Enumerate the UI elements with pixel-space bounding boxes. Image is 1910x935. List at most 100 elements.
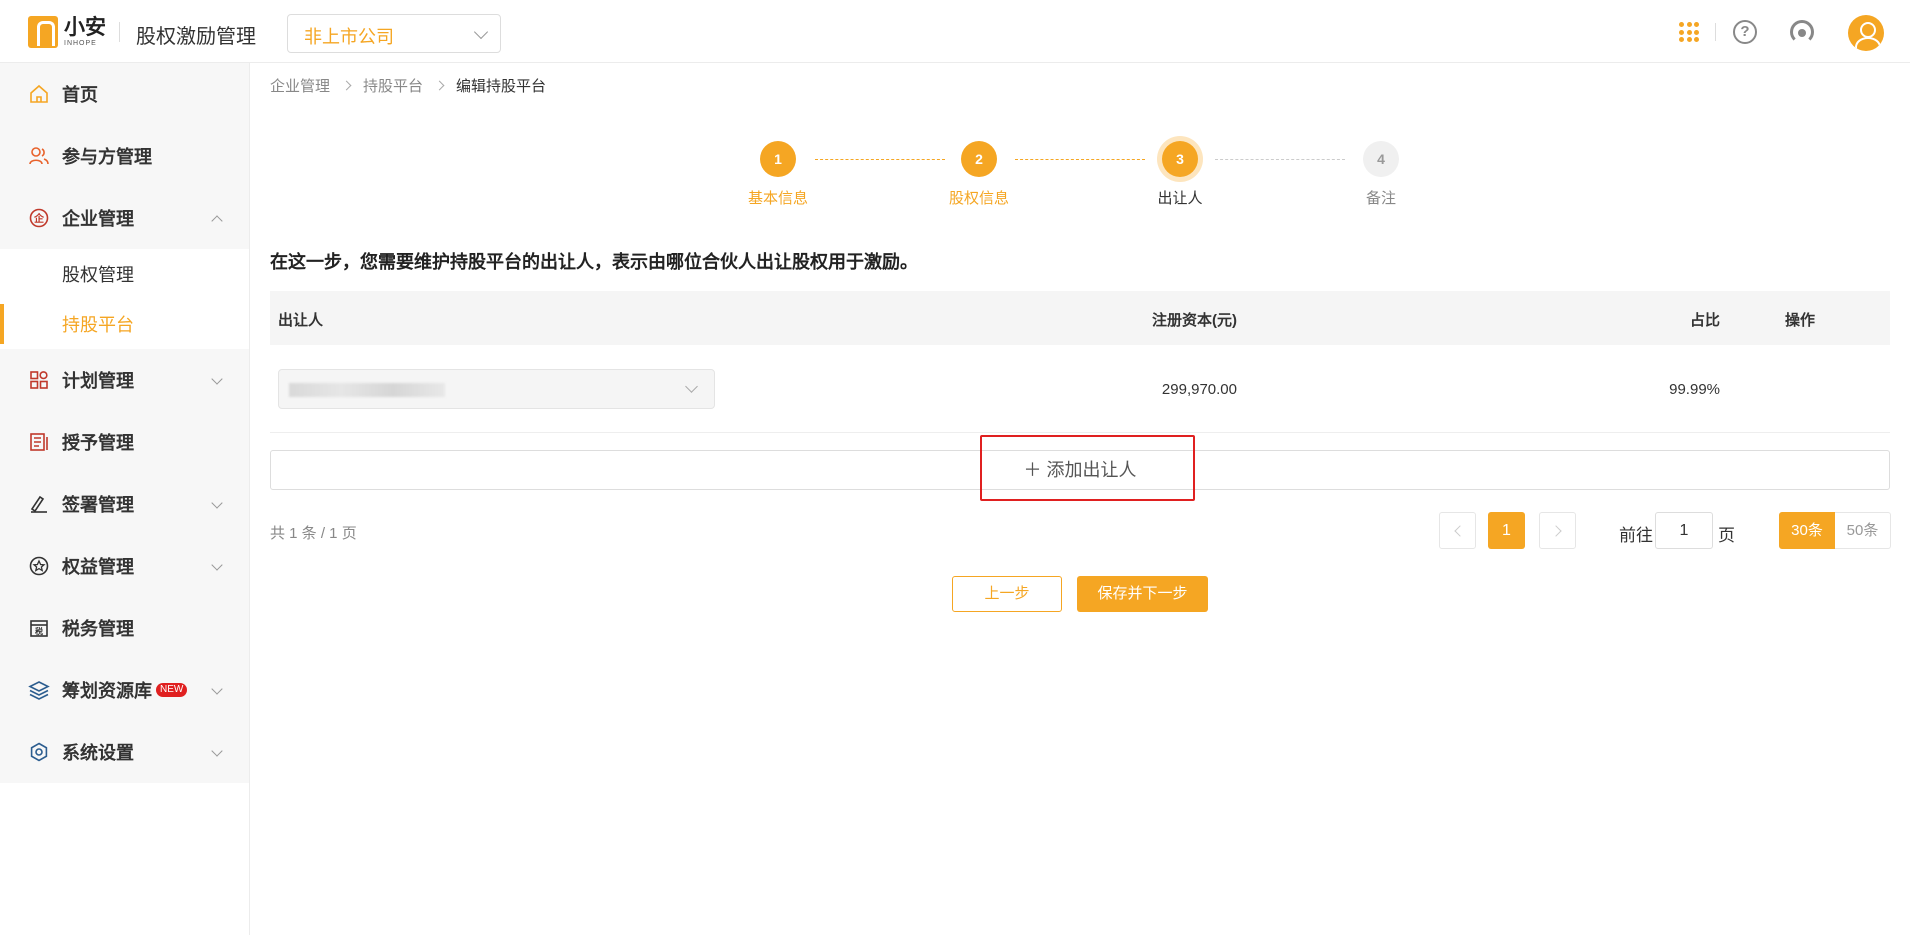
add-transferor-button[interactable]: ＋ 添加出让人	[270, 450, 1890, 490]
help-icon[interactable]: ?	[1733, 20, 1757, 44]
column-header-actions: 操作	[1784, 312, 1815, 329]
sidebar-item-settings[interactable]: 系统设置	[0, 721, 249, 783]
column-header-transferor: 出让人	[278, 312, 324, 329]
chevron-down-icon	[211, 683, 223, 695]
chevron-up-icon	[211, 215, 223, 227]
prev-step-button[interactable]: 上一步	[952, 576, 1062, 612]
chevron-down-icon	[211, 745, 223, 757]
new-badge: NEW	[156, 683, 188, 697]
chevron-down-icon	[211, 373, 223, 385]
chevron-down-icon	[685, 380, 698, 393]
sidebar-item-grant[interactable]: 授予管理	[0, 411, 249, 473]
sidebar-item-label: 税务管理	[62, 619, 134, 639]
save-next-button[interactable]: 保存并下一步	[1077, 576, 1208, 612]
sidebar-item-label: 筹划资源库	[62, 681, 152, 701]
sidebar-menu: 首页 参与方管理 企 企业管理 股权管理 持股平台 计划管理 授予管理 签署管理…	[0, 63, 249, 783]
page-size-30-button[interactable]: 30条	[1779, 512, 1835, 549]
logo[interactable]: 小安 INHOPE	[28, 16, 106, 48]
logo-en: INHOPE	[64, 40, 97, 47]
sidebar-item-home[interactable]: 首页	[0, 63, 249, 125]
step-label: 备注	[1365, 190, 1396, 207]
sidebar-item-label: 授予管理	[62, 433, 134, 453]
grant-icon	[28, 431, 50, 453]
prev-page-button[interactable]	[1439, 512, 1476, 549]
top-divider	[1715, 23, 1716, 41]
step-number: 2	[961, 141, 997, 177]
sidebar-item-plan[interactable]: 计划管理	[0, 349, 249, 411]
chevron-right-icon	[434, 80, 445, 91]
logo-divider	[119, 22, 120, 42]
enterprise-submenu: 股权管理 持股平台	[0, 249, 249, 349]
enterprise-icon: 企	[28, 207, 50, 229]
step-basic-info: 1 基本信息	[728, 141, 828, 208]
column-header-ratio: 占比	[1689, 312, 1720, 329]
step-label: 股权信息	[948, 190, 1009, 207]
sidebar-item-equity-management[interactable]: 股权管理	[0, 249, 249, 299]
step-number: 3	[1162, 141, 1198, 177]
equity-icon	[28, 555, 50, 577]
sidebar-item-tax[interactable]: 税 税务管理	[0, 597, 249, 659]
company-type-select[interactable]: 非上市公司	[287, 14, 501, 53]
table-header: 出让人 注册资本(元) 占比 操作	[270, 291, 1890, 345]
step-number: 4	[1363, 141, 1399, 177]
sidebar-item-sign[interactable]: 签署管理	[0, 473, 249, 535]
sidebar-item-label: 参与方管理	[62, 147, 152, 167]
plan-icon	[28, 369, 50, 391]
step-description: 在这一步，您需要维护持股平台的出让人，表示由哪位合伙人出让股权用于激励。	[270, 252, 918, 272]
svg-text:税: 税	[35, 626, 43, 636]
sidebar-item-resources[interactable]: 筹划资源库 NEW	[0, 659, 249, 721]
sidebar-subitem-label: 股权管理	[62, 265, 134, 285]
cell-ratio: 99.99%	[1669, 381, 1720, 398]
apps-grid-icon[interactable]	[1679, 22, 1699, 42]
page-size-group: 30条 50条	[1779, 512, 1891, 549]
sidebar-item-label: 计划管理	[62, 371, 134, 391]
svg-text:企: 企	[33, 212, 45, 225]
breadcrumb-item[interactable]: 持股平台	[363, 75, 423, 96]
step-label: 基本信息	[747, 190, 808, 207]
chevron-left-icon	[1454, 525, 1466, 537]
step-remarks: 4 备注	[1331, 141, 1431, 208]
sidebar-item-label: 系统设置	[62, 743, 134, 763]
home-icon	[28, 83, 50, 105]
goto-label: 前往	[1619, 526, 1653, 545]
company-type-value: 非上市公司	[304, 27, 394, 47]
chevron-down-icon	[211, 559, 223, 571]
pagination-total: 共 1 条 / 1 页	[270, 525, 357, 542]
sidebar-item-label: 首页	[62, 85, 98, 105]
chevron-down-icon	[211, 497, 223, 509]
sidebar-item-holding-platform[interactable]: 持股平台	[0, 299, 249, 349]
sidebar-item-enterprise[interactable]: 企 企业管理	[0, 187, 249, 249]
logo-mark-icon	[28, 16, 58, 48]
chevron-down-icon	[473, 24, 489, 40]
next-page-button[interactable]	[1539, 512, 1576, 549]
breadcrumb-current: 编辑持股平台	[456, 78, 547, 95]
sign-icon	[28, 493, 50, 515]
step-number: 1	[760, 141, 796, 177]
goto-page-input[interactable]	[1655, 512, 1713, 549]
page-size-50-button[interactable]: 50条	[1835, 512, 1891, 549]
top-bar: 小安 INHOPE 股权激励管理 非上市公司 ?	[0, 0, 1910, 63]
page-number-button[interactable]: 1	[1488, 512, 1525, 549]
breadcrumb: 企业管理 持股平台 编辑持股平台	[270, 75, 546, 96]
sidebar-item-label: 企业管理	[62, 209, 134, 229]
breadcrumb-item[interactable]: 企业管理	[270, 75, 330, 96]
chevron-right-icon	[1550, 525, 1562, 537]
chevron-right-icon	[341, 80, 352, 91]
step-equity-info: 2 股权信息	[929, 141, 1029, 208]
transferor-select[interactable]	[278, 369, 715, 409]
step-transferor: 3 出让人	[1130, 141, 1230, 208]
app-title: 股权激励管理	[136, 26, 256, 48]
settings-icon	[28, 741, 50, 763]
stepper: 1 基本信息 2 股权信息 3 出让人 4 备注	[700, 141, 1420, 221]
sidebar-item-participants[interactable]: 参与方管理	[0, 125, 249, 187]
step-connector	[1015, 159, 1145, 160]
step-connector	[1215, 159, 1345, 160]
sidebar-item-equity[interactable]: 权益管理	[0, 535, 249, 597]
customer-service-icon[interactable]	[1790, 20, 1814, 44]
logo-text: 小安 INHOPE	[64, 17, 106, 47]
step-label: 出让人	[1157, 190, 1203, 207]
transferor-table: 出让人 注册资本(元) 占比 操作 299,970.00 99.99%	[270, 291, 1890, 433]
sidebar-item-label: 权益管理	[62, 557, 134, 577]
avatar[interactable]	[1848, 15, 1884, 51]
sidebar-item-label: 签署管理	[62, 495, 134, 515]
